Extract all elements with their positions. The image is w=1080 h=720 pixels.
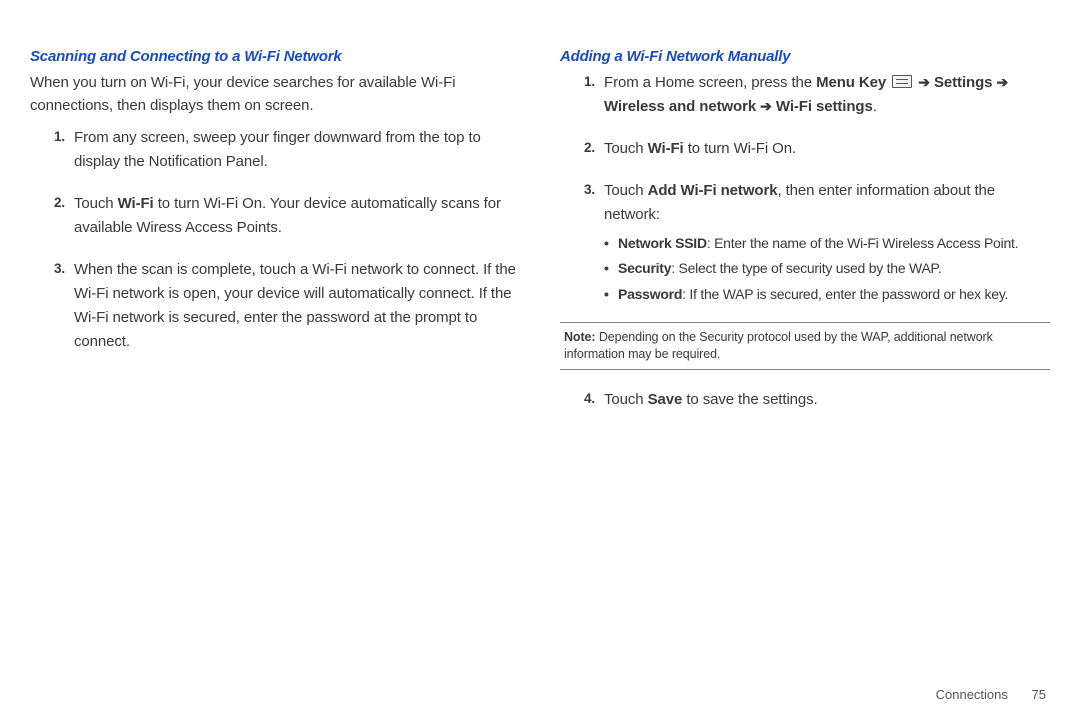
step-text: When the scan is complete, touch a Wi-Fi… bbox=[74, 261, 516, 350]
list-item: 1. From any screen, sweep your finger do… bbox=[54, 126, 520, 174]
intro-paragraph: When you turn on Wi-Fi, your device sear… bbox=[30, 71, 520, 118]
note-label: Note: bbox=[564, 330, 595, 344]
step-number: 2. bbox=[54, 192, 65, 214]
step-text: From any screen, sweep your finger downw… bbox=[74, 129, 481, 170]
left-column: Scanning and Connecting to a Wi-Fi Netwo… bbox=[30, 48, 520, 430]
list-item: 1. From a Home screen, press the Menu Ke… bbox=[584, 71, 1050, 119]
section-heading-adding: Adding a Wi-Fi Network Manually bbox=[560, 48, 1050, 65]
right-steps: 1. From a Home screen, press the Menu Ke… bbox=[560, 71, 1050, 304]
step-number: 3. bbox=[54, 258, 65, 280]
step-number: 4. bbox=[584, 388, 595, 410]
left-steps: 1. From any screen, sweep your finger do… bbox=[30, 126, 520, 354]
right-column: Adding a Wi-Fi Network Manually 1. From … bbox=[560, 48, 1050, 430]
note-text: Depending on the Security protocol used … bbox=[564, 330, 993, 361]
list-item: 2. Touch Wi-Fi to turn Wi-Fi On. bbox=[584, 137, 1050, 161]
manual-page: Scanning and Connecting to a Wi-Fi Netwo… bbox=[0, 0, 1080, 430]
list-item: 2. Touch Wi-Fi to turn Wi-Fi On. Your de… bbox=[54, 192, 520, 240]
list-item: 3. Touch Add Wi-Fi network, then enter i… bbox=[584, 179, 1050, 304]
step-number: 1. bbox=[584, 71, 595, 93]
sub-list: Network SSID: Enter the name of the Wi-F… bbox=[604, 233, 1050, 304]
step-text: Touch Save to save the settings. bbox=[604, 391, 818, 408]
list-item: 4. Touch Save to save the settings. bbox=[584, 388, 1050, 412]
step-number: 3. bbox=[584, 179, 595, 201]
section-heading-scanning: Scanning and Connecting to a Wi-Fi Netwo… bbox=[30, 48, 520, 65]
note-box: Note: Depending on the Security protocol… bbox=[560, 322, 1050, 370]
menu-key-icon bbox=[892, 75, 912, 88]
step-text: From a Home screen, press the Menu Key ➔… bbox=[604, 74, 1008, 115]
step-text: Touch Add Wi-Fi network, then enter info… bbox=[604, 182, 995, 223]
footer-section: Connections bbox=[936, 687, 1008, 702]
sub-list-item: Network SSID: Enter the name of the Wi-F… bbox=[604, 233, 1050, 253]
step-text: Touch Wi-Fi to turn Wi-Fi On. Your devic… bbox=[74, 195, 501, 236]
step-text: Touch Wi-Fi to turn Wi-Fi On. bbox=[604, 140, 796, 157]
step-number: 1. bbox=[54, 126, 65, 148]
page-footer: Connections 75 bbox=[936, 687, 1046, 702]
footer-page-number: 75 bbox=[1032, 687, 1046, 702]
sub-list-item: Security: Select the type of security us… bbox=[604, 258, 1050, 278]
list-item: 3. When the scan is complete, touch a Wi… bbox=[54, 258, 520, 354]
step-number: 2. bbox=[584, 137, 595, 159]
right-steps-continued: 4. Touch Save to save the settings. bbox=[560, 388, 1050, 412]
sub-list-item: Password: If the WAP is secured, enter t… bbox=[604, 284, 1050, 304]
